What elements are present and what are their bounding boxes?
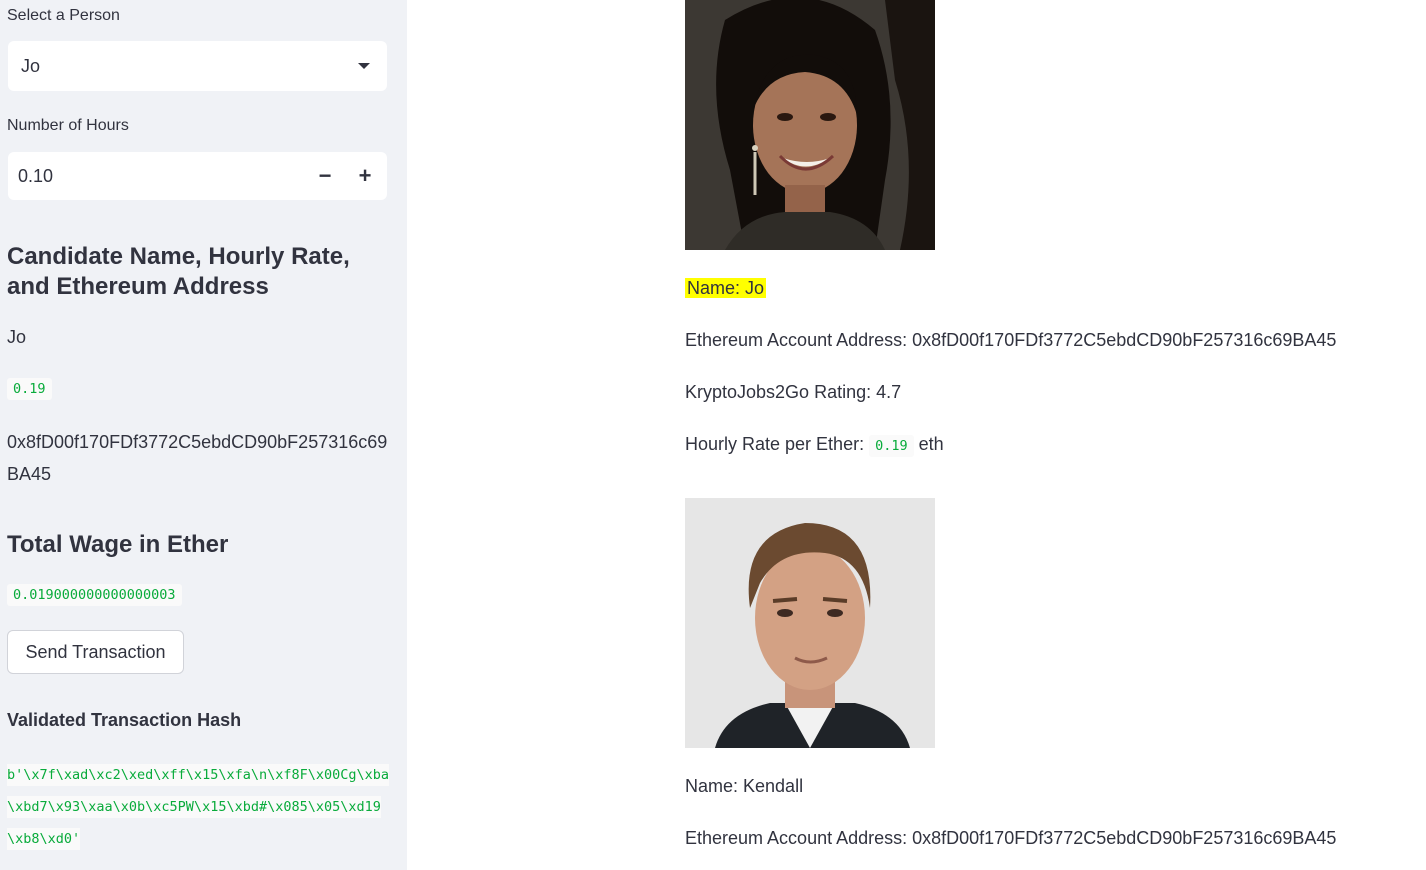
hours-input[interactable]: 0.10 − + [8,152,387,200]
candidate-rate-line-jo: Hourly Rate per Ether: 0.19 eth [685,434,944,457]
candidate-name: Jo [7,327,27,347]
rate-suffix: eth [918,434,944,454]
decrement-button[interactable]: − [307,158,343,194]
candidate-address-kendall: Ethereum Account Address: 0x8fD00f170FDf… [685,828,1337,848]
caret-down-icon[interactable] [358,63,370,69]
candidate-rate: 0.19 [7,378,52,400]
candidate-photo-kendall [685,498,935,748]
candidate-rate-block: 0.19 [7,378,52,400]
candidate-name-jo: Name: Jo [685,278,767,299]
rate-prefix: Hourly Rate per Ether: [685,434,865,454]
candidate-address-jo: Ethereum Account Address: 0x8fD00f170FDf… [685,330,1337,350]
candidate-photo-jo [685,0,935,250]
hours-label: Number of Hours [7,117,129,134]
hours-value[interactable]: 0.10 [18,166,53,187]
select-person-dropdown[interactable]: Jo [8,41,387,91]
wage-block: 0.019000000000000003 [7,584,182,606]
transaction-hash-block: b'\x7f\xad\xc2\xed\xff\x15\xfa\n\xf8F\x0… [7,759,390,855]
increment-button[interactable]: + [347,158,383,194]
candidate-address: 0x8fD00f170FDf3772C5ebdCD90bF257316c69BA… [7,432,388,484]
highlighted-name: Name: Jo [685,278,767,298]
hash-heading: Validated Transaction Hash [7,710,242,730]
candidate-rating-jo: KryptoJobs2Go Rating: 4.7 [685,382,902,402]
send-transaction-button[interactable]: Send Transaction [7,630,184,674]
sidebar: Select a Person Jo Number of Hours 0.10 … [0,0,407,870]
select-person-value: Jo [21,56,41,76]
rate-value: 0.19 [869,435,914,457]
wage-value: 0.019000000000000003 [7,584,182,606]
select-person-label: Select a Person [7,7,120,24]
candidate-name-kendall: Name: Kendall [685,776,804,796]
wage-heading: Total Wage in Ether [7,531,229,558]
transaction-hash: b'\x7f\xad\xc2\xed\xff\x15\xfa\n\xf8F\x0… [7,764,390,850]
candidate-heading: Candidate Name, Hourly Rate, and Ethereu… [7,243,350,300]
